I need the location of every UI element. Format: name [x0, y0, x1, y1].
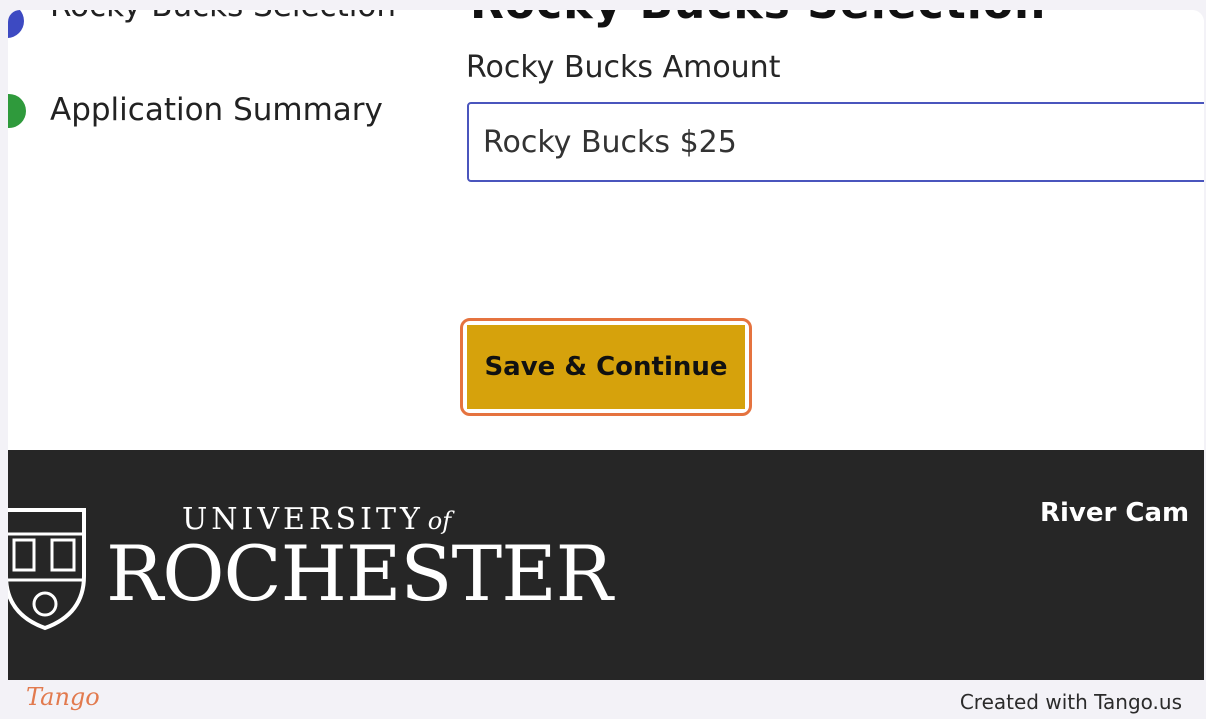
university-shield-icon — [8, 508, 86, 631]
site-footer: UNIVERSITY of ROCHESTER River Cam — [8, 450, 1204, 680]
tango-logo: Tango — [26, 683, 100, 711]
footer-campus-heading: River Cam — [1040, 498, 1190, 528]
step-indicator-application-summary — [8, 94, 26, 128]
rocky-bucks-amount-select[interactable]: Rocky Bucks $25 — [467, 102, 1204, 182]
main-content: Rocky Bucks Selection Application Summar… — [8, 10, 1204, 450]
sidebar-step-application-summary[interactable]: Application Summary — [50, 92, 383, 128]
page-title: Rocky Bucks Selection — [470, 10, 1046, 29]
save-continue-button[interactable]: Save & Continue — [467, 325, 745, 409]
step-indicator-rocky-bucks — [8, 10, 24, 38]
created-with-tango: Created with Tango.us — [959, 690, 1182, 714]
sidebar-step-rocky-bucks-selection[interactable]: Rocky Bucks Selection — [50, 10, 396, 24]
app-frame: Rocky Bucks Selection Application Summar… — [8, 10, 1204, 680]
logo-rochester-text: ROCHESTER — [106, 529, 613, 618]
rocky-bucks-amount-label: Rocky Bucks Amount — [466, 50, 781, 85]
university-logo[interactable]: UNIVERSITY of ROCHESTER — [8, 502, 613, 642]
